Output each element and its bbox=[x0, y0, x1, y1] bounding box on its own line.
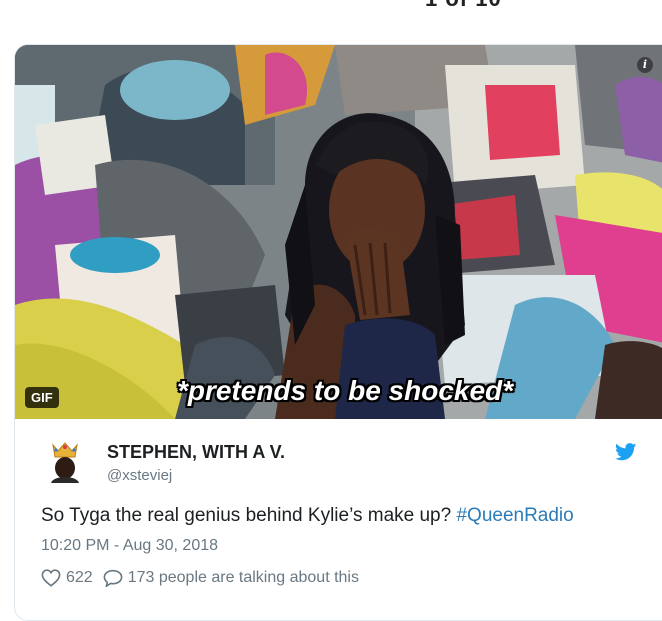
author-handle[interactable]: @xsteviej bbox=[107, 467, 172, 484]
embedded-tweet-card[interactable]: i *pretends to be shocked* GIF STEPHEN, … bbox=[14, 44, 662, 621]
tweet-text: So Tyga the real genius behind Kylie’s m… bbox=[41, 505, 574, 527]
tweet-actions: 622 173 people are talking about this bbox=[41, 569, 369, 587]
crown-avatar-icon[interactable] bbox=[45, 441, 85, 483]
info-icon[interactable]: i bbox=[637, 57, 653, 73]
like-action[interactable]: 622 bbox=[41, 569, 93, 587]
reply-action[interactable]: 173 people are talking about this bbox=[103, 569, 359, 587]
heart-icon[interactable] bbox=[41, 569, 61, 587]
hashtag-link[interactable]: #QueenRadio bbox=[456, 505, 573, 526]
reply-bubble-icon[interactable] bbox=[103, 569, 123, 587]
tweet-timestamp[interactable]: 10:20 PM - Aug 30, 2018 bbox=[41, 537, 218, 555]
gif-scene-illustration bbox=[15, 45, 662, 419]
conversation-count: 173 people are talking about this bbox=[127, 569, 359, 586]
tweet-gif-media[interactable]: i *pretends to be shocked* GIF bbox=[15, 45, 662, 419]
gallery-counter: 1 of 10 bbox=[425, 0, 502, 12]
gif-badge: GIF bbox=[25, 387, 59, 408]
author-display-name[interactable]: STEPHEN, WITH A V. bbox=[107, 442, 285, 463]
like-count: 622 bbox=[66, 569, 93, 586]
tweet-text-body: So Tyga the real genius behind Kylie’s m… bbox=[41, 505, 457, 526]
gif-caption: *pretends to be shocked* bbox=[176, 375, 514, 406]
twitter-bird-icon[interactable] bbox=[615, 443, 637, 461]
